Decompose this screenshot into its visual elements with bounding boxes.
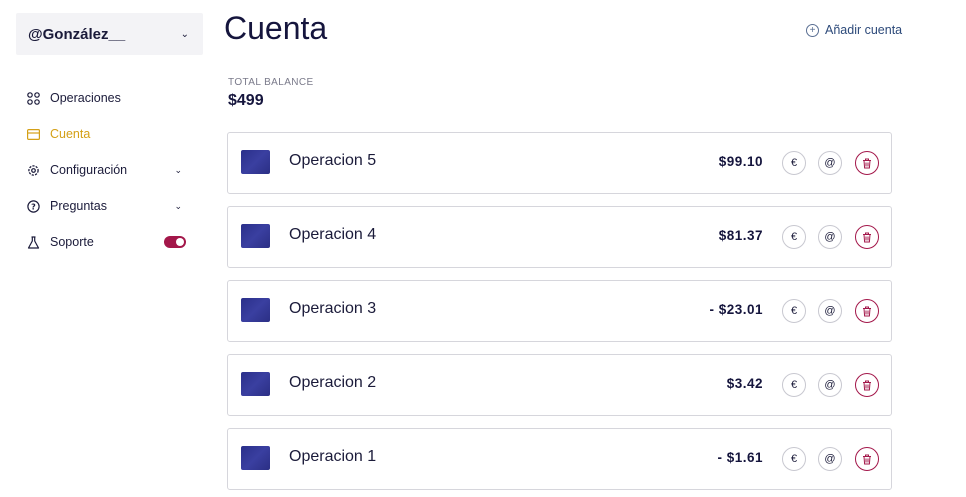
grid-icon [26, 91, 40, 105]
gear-icon [26, 163, 40, 177]
page-title: Cuenta [224, 10, 328, 46]
operation-thumbnail [241, 446, 270, 470]
sidebar-item-configuracion[interactable]: Configuración ⌄ [26, 152, 188, 188]
sidebar-item-label: Soporte [50, 235, 94, 249]
at-icon[interactable]: @ [818, 225, 842, 249]
sidebar-item-label: Preguntas [50, 199, 107, 213]
trash-icon[interactable] [855, 151, 879, 175]
at-icon[interactable]: @ [818, 151, 842, 175]
chevron-down-icon: ⌄ [174, 164, 182, 175]
support-toggle[interactable] [164, 236, 186, 248]
add-account-label: Añadir cuenta [825, 23, 903, 37]
list-item[interactable]: Operacion 3 - $23.01 € @ [227, 280, 892, 342]
operation-amount: $3.42 [726, 376, 763, 391]
at-icon[interactable]: @ [818, 373, 842, 397]
operation-amount: - $1.61 [717, 450, 763, 465]
operation-amount: $81.37 [718, 228, 763, 243]
sidebar: @González__ ⌄ Operaciones Cuenta Configu… [0, 0, 205, 497]
total-balance-label: TOTAL BALANCE [228, 77, 314, 88]
at-icon[interactable]: @ [818, 447, 842, 471]
euro-icon[interactable]: € [782, 447, 806, 471]
trash-icon[interactable] [855, 225, 879, 249]
list-item[interactable]: Operacion 1 - $1.61 € @ [227, 428, 892, 490]
add-account-button[interactable]: + Añadir cuenta [806, 23, 902, 37]
sidebar-nav: Operaciones Cuenta Configuración ⌄ ? Pre… [26, 80, 188, 260]
operations-list: Operacion 5 $99.10 € @ Operacion 4 $81.3… [227, 132, 892, 497]
list-item[interactable]: Operacion 4 $81.37 € @ [227, 206, 892, 268]
total-balance-value: $499 [228, 92, 264, 109]
flask-icon [26, 235, 40, 249]
sidebar-item-cuenta[interactable]: Cuenta [26, 116, 188, 152]
operation-thumbnail [241, 372, 270, 396]
sidebar-item-preguntas[interactable]: ? Preguntas ⌄ [26, 188, 188, 224]
operation-thumbnail [241, 298, 270, 322]
trash-icon[interactable] [855, 299, 879, 323]
euro-icon[interactable]: € [782, 373, 806, 397]
euro-icon[interactable]: € [782, 299, 806, 323]
list-item[interactable]: Operacion 5 $99.10 € @ [227, 132, 892, 194]
euro-icon[interactable]: € [782, 225, 806, 249]
operation-amount: - $23.01 [709, 302, 763, 317]
chevron-down-icon: ⌄ [180, 28, 189, 40]
question-icon: ? [26, 199, 40, 213]
sidebar-item-soporte[interactable]: Soporte [26, 224, 188, 260]
operation-name: Operacion 1 [289, 448, 377, 465]
operation-thumbnail [241, 224, 270, 248]
euro-icon[interactable]: € [782, 151, 806, 175]
user-name: @González__ [28, 25, 126, 43]
operation-name: Operacion 2 [289, 374, 377, 391]
plus-circle-icon: + [806, 23, 819, 37]
operation-name: Operacion 5 [289, 152, 377, 169]
chevron-down-icon: ⌄ [174, 200, 182, 211]
card-icon [26, 127, 40, 141]
list-item[interactable]: Operacion 2 $3.42 € @ [227, 354, 892, 416]
operation-name: Operacion 4 [289, 226, 377, 243]
at-icon[interactable]: @ [818, 299, 842, 323]
sidebar-item-label: Cuenta [50, 127, 91, 141]
operation-amount: $99.10 [718, 154, 763, 169]
sidebar-item-label: Configuración [50, 163, 128, 177]
trash-icon[interactable] [855, 373, 879, 397]
operation-thumbnail [241, 150, 270, 174]
trash-icon[interactable] [855, 447, 879, 471]
svg-text:?: ? [31, 202, 36, 211]
sidebar-item-label: Operaciones [50, 91, 121, 105]
operation-name: Operacion 3 [289, 300, 377, 317]
user-selector[interactable]: @González__ ⌄ [16, 13, 203, 55]
sidebar-item-operaciones[interactable]: Operaciones [26, 80, 188, 116]
